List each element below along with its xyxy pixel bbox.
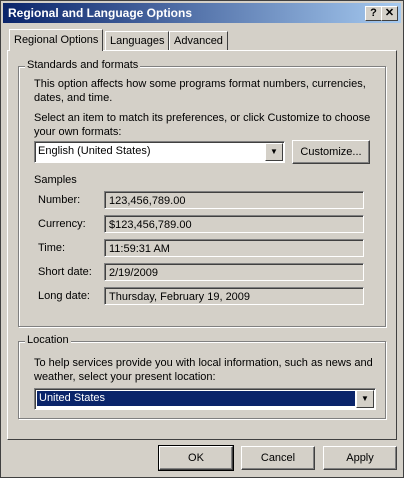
sample-label-currency: Currency: — [38, 218, 86, 230]
location-description-line1: To help services provide you with local … — [34, 357, 373, 369]
location-combobox[interactable]: United States ▼ — [34, 388, 376, 410]
dialog-window: Regional and Language Options ? ✕ Region… — [0, 0, 404, 478]
sample-time-value: 11:59:31 AM — [104, 239, 364, 257]
close-icon: ✕ — [384, 7, 395, 19]
format-combobox[interactable]: English (United States) ▼ — [34, 141, 285, 163]
sample-label-long-date: Long date: — [38, 290, 90, 302]
customize-button[interactable]: Customize... — [292, 140, 370, 164]
ok-button[interactable]: OK — [158, 445, 234, 471]
format-value: English (United States) — [38, 145, 151, 157]
sample-long-date-value: Thursday, February 19, 2009 — [104, 287, 364, 305]
apply-button[interactable]: Apply — [323, 446, 397, 470]
tab-regional-options[interactable]: Regional Options — [9, 29, 104, 51]
close-button[interactable]: ✕ — [381, 6, 398, 21]
location-group: Location To help services provide you wi… — [18, 334, 386, 419]
tab-panel: Standards and formats This option affect… — [7, 50, 397, 440]
sample-label-short-date: Short date: — [38, 266, 92, 278]
select-prompt-line1: Select an item to match its preferences,… — [34, 112, 371, 124]
tab-label: Languages — [110, 35, 165, 47]
chevron-down-icon[interactable]: ▼ — [265, 143, 283, 161]
chevron-down-icon[interactable]: ▼ — [356, 390, 374, 408]
sample-currency-value: $123,456,789.00 — [104, 215, 364, 233]
window-title: Regional and Language Options — [8, 6, 193, 20]
tab-languages[interactable]: Languages — [105, 31, 170, 50]
tab-advanced[interactable]: Advanced — [169, 31, 228, 50]
location-value: United States — [37, 391, 355, 406]
title-bar[interactable]: Regional and Language Options ? ✕ — [3, 3, 401, 23]
select-prompt-line2: your own formats: — [34, 126, 122, 138]
location-legend: Location — [25, 334, 71, 346]
sample-label-number: Number: — [38, 194, 81, 206]
samples-label: Samples — [34, 174, 77, 186]
sample-number-value: 123,456,789.00 — [104, 191, 364, 209]
cancel-button[interactable]: Cancel — [241, 446, 315, 470]
location-description-line2: weather, select your present location: — [34, 371, 216, 383]
standards-description: This option affects how some programs fo… — [34, 78, 366, 104]
help-button[interactable]: ? — [365, 6, 382, 21]
sample-label-time: Time: — [38, 242, 66, 254]
tab-label: Regional Options — [14, 34, 99, 46]
standards-legend: Standards and formats — [25, 59, 141, 71]
tab-label: Advanced — [174, 35, 223, 47]
sample-short-date-value: 2/19/2009 — [104, 263, 364, 281]
tab-strip: Regional Options Languages Advanced — [7, 29, 397, 51]
standards-group: Standards and formats This option affect… — [18, 59, 386, 327]
